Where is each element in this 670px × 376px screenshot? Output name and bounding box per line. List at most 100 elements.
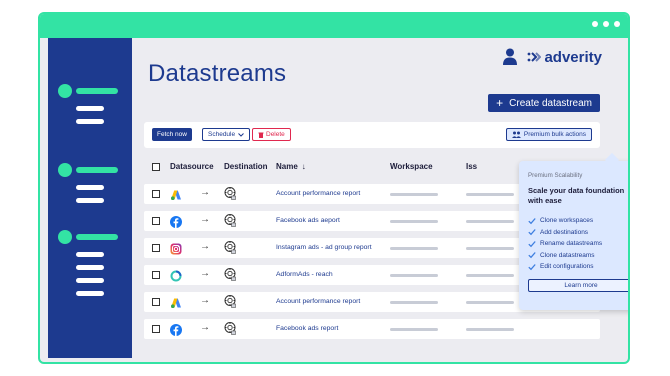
adverity-logo-icon (528, 52, 542, 62)
fetch-now-button[interactable]: Fetch now (152, 128, 192, 141)
row-checkbox[interactable] (152, 244, 160, 252)
arrow-right-icon: → (200, 295, 210, 306)
arrow-right-icon: → (200, 214, 210, 225)
datastream-name-link[interactable]: Facebook ads report (276, 325, 338, 332)
premium-bulk-actions-popup: Premium Scalability Scale your data foun… (519, 152, 628, 310)
delete-button[interactable]: Delete (252, 128, 291, 141)
popup-feature-label: Clone workspaces (540, 217, 594, 225)
popup-heading: Scale your data foundation with ease (528, 186, 625, 205)
destination-icon (224, 214, 236, 227)
check-icon (528, 263, 536, 270)
sidebar-item[interactable] (76, 252, 104, 257)
row-checkbox[interactable] (152, 217, 160, 225)
column-destination[interactable]: Destination (224, 162, 268, 171)
sidebar-item[interactable] (76, 185, 104, 190)
workspace-placeholder (390, 193, 438, 196)
sidebar-active-item[interactable] (58, 163, 118, 177)
popup-feature-list: Clone workspaces Add destinations Rename… (528, 215, 602, 273)
sidebar (48, 38, 132, 358)
bulk-users-icon (511, 131, 521, 138)
create-datastream-label: Create datastream (509, 97, 592, 109)
arrow-right-icon: → (200, 241, 210, 252)
check-icon (528, 229, 536, 236)
premium-bulk-actions-button[interactable]: Premium bulk actions (505, 128, 592, 141)
sidebar-active-bar (76, 167, 118, 173)
issues-placeholder (466, 193, 514, 196)
browser-window: Datastreams adverity + Create datastream (38, 12, 630, 364)
issues-placeholder (466, 274, 514, 277)
popup-feature-item: Edit configurations (528, 261, 602, 273)
row-checkbox[interactable] (152, 325, 160, 333)
datastream-name-link[interactable]: Account performance report (276, 298, 360, 305)
table-row[interactable]: → Facebook ads report (144, 319, 600, 339)
sidebar-item[interactable] (76, 265, 104, 270)
popup-feature-item: Add destinations (528, 227, 602, 239)
popup-feature-label: Edit configurations (540, 263, 594, 271)
create-datastream-button[interactable]: + Create datastream (488, 94, 600, 112)
page-title: Datastreams (148, 60, 287, 87)
destination-icon (224, 295, 236, 308)
datastream-name-link[interactable]: Facebook ads aeport (276, 217, 340, 224)
row-checkbox[interactable] (152, 271, 160, 279)
popup-feature-item: Clone workspaces (528, 215, 602, 227)
popup-feature-label: Rename datastreams (540, 240, 603, 248)
window-dot[interactable] (592, 21, 598, 27)
brand-logo: adverity (527, 49, 602, 66)
issues-placeholder (466, 247, 514, 250)
sidebar-item[interactable] (76, 106, 104, 111)
column-name-label: Name (276, 162, 298, 171)
destination-icon (224, 268, 236, 281)
issues-placeholder (466, 328, 514, 331)
sidebar-item[interactable] (76, 198, 104, 203)
column-issues[interactable]: Iss (466, 162, 477, 171)
facebook-icon (170, 215, 182, 228)
sidebar-nav-group-3[interactable] (58, 230, 118, 296)
header-right: adverity (503, 48, 602, 66)
sidebar-active-item[interactable] (58, 84, 118, 98)
datastream-name-link[interactable]: Account performance report (276, 190, 360, 197)
window-controls (592, 21, 620, 27)
check-icon (528, 240, 536, 247)
window-dot[interactable] (603, 21, 609, 27)
workspace-placeholder (390, 301, 438, 304)
sidebar-item[interactable] (76, 278, 104, 283)
issues-placeholder (466, 220, 514, 223)
user-icon[interactable] (503, 48, 518, 66)
row-checkbox[interactable] (152, 190, 160, 198)
select-all-checkbox[interactable] (152, 163, 160, 171)
schedule-label: Schedule (208, 131, 236, 138)
schedule-dropdown[interactable]: Schedule (202, 128, 251, 141)
workspace-placeholder (390, 328, 438, 331)
destination-icon (224, 241, 236, 254)
google-ads-icon (170, 296, 182, 308)
active-indicator-icon (58, 163, 72, 177)
destination-icon (224, 187, 236, 200)
google-ads-icon (170, 188, 182, 200)
sidebar-item[interactable] (76, 119, 104, 124)
premium-bulk-actions-label: Premium bulk actions (523, 131, 586, 138)
chevron-down-icon (238, 132, 244, 137)
arrow-right-icon: → (200, 187, 210, 198)
instagram-icon (170, 242, 182, 255)
sidebar-nav-group-1[interactable] (58, 84, 118, 124)
column-datasource[interactable]: Datasource (170, 162, 214, 171)
window-dot[interactable] (614, 21, 620, 27)
sidebar-active-bar (76, 88, 118, 94)
sidebar-active-item[interactable] (58, 230, 118, 244)
sidebar-item[interactable] (76, 291, 104, 296)
plus-icon: + (496, 96, 504, 110)
toolbar: Fetch now Schedule Delete Premium bulk a… (144, 122, 600, 148)
popup-eyebrow: Premium Scalability (528, 172, 583, 179)
column-workspace[interactable]: Workspace (390, 162, 433, 171)
sort-down-icon: ↓ (301, 162, 306, 171)
learn-more-button[interactable]: Learn more (528, 279, 628, 292)
sidebar-nav-group-2[interactable] (58, 163, 118, 203)
column-name[interactable]: Name ↓ (276, 162, 306, 171)
brand-name: adverity (544, 48, 602, 66)
issues-placeholder (466, 301, 514, 304)
datastream-name-link[interactable]: Instagram ads - ad group report (276, 244, 372, 251)
datastream-name-link[interactable]: AdformAds - reach (276, 271, 333, 278)
row-checkbox[interactable] (152, 298, 160, 306)
arrow-right-icon: → (200, 322, 210, 333)
active-indicator-icon (58, 84, 72, 98)
